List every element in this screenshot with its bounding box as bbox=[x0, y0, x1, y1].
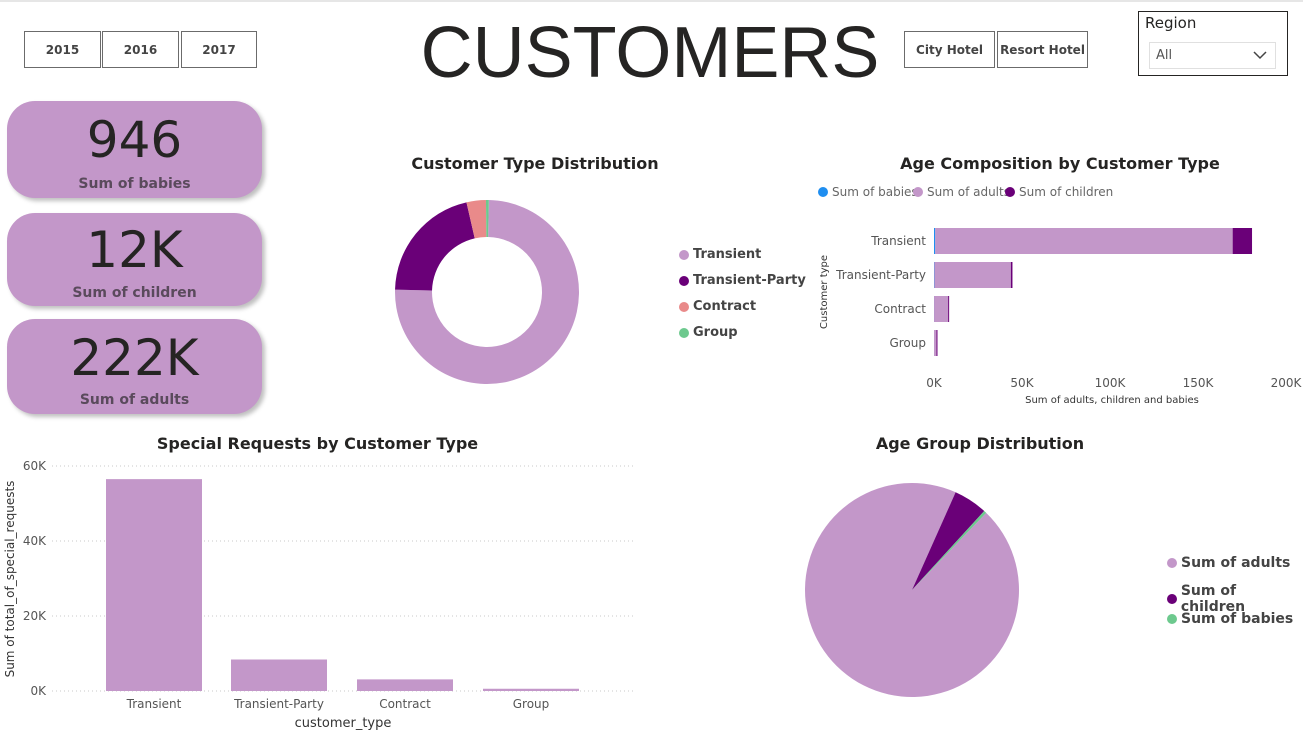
customer-type-legend-item-contract[interactable]: Contract bbox=[679, 299, 756, 314]
req-y-tick-label: 0K bbox=[30, 684, 47, 698]
req-y-tick-label: 60K bbox=[23, 459, 47, 473]
card-value-children: 12K bbox=[86, 221, 183, 279]
age-x-axis-label: Sum of adults, children and babies bbox=[1025, 395, 1199, 406]
card-label-adults: Sum of adults bbox=[79, 392, 190, 408]
top-divider bbox=[0, 0, 1303, 2]
legend-marker bbox=[1167, 614, 1177, 624]
age-x-tick-label: 0K bbox=[926, 376, 943, 390]
year-button-2016[interactable]: 2016 bbox=[102, 31, 179, 68]
age-bar-group-sum-of-children[interactable] bbox=[936, 330, 938, 356]
age-group-pie-chart bbox=[805, 483, 1019, 697]
year-button-2017[interactable]: 2017 bbox=[181, 31, 257, 68]
region-slicer: Region All bbox=[1138, 11, 1288, 76]
special-requests-bar-chart: 0K 20K 40K 60K Transient Transient-Party Contr… bbox=[3, 459, 635, 731]
req-y-tick-label: 20K bbox=[23, 609, 47, 623]
age-x-tick-label: 150K bbox=[1183, 376, 1215, 390]
legend-label: Sum of children bbox=[1019, 185, 1114, 199]
age-x-tick-label: 50K bbox=[1010, 376, 1034, 390]
req-x-tick-label: Contract bbox=[379, 697, 431, 711]
age-composition-bar-chart: Transient Transient-Party Contract Group 0K 5… bbox=[819, 228, 1303, 406]
customer-type-legend-item-group[interactable]: Group bbox=[679, 325, 738, 340]
chart-title-special-requests: Special Requests by Customer Type bbox=[156, 434, 479, 453]
customer-type-legend-item-transient-party[interactable]: Transient-Party bbox=[679, 273, 806, 288]
donut-slice-transient-party[interactable] bbox=[395, 202, 475, 291]
chart-title-age-group: Age Group Distribution bbox=[875, 434, 1085, 453]
legend-label: Sum of adults bbox=[927, 185, 1010, 199]
age-legend-item-sum-of-adults[interactable]: Sum of adults bbox=[913, 185, 1010, 199]
legend-label: Contract bbox=[693, 299, 757, 314]
adults-card: 222K Sum of adults bbox=[7, 319, 262, 414]
chart-title-customer-type: Customer Type Distribution bbox=[411, 154, 659, 173]
age-bar-transient-party-sum-of-adults[interactable] bbox=[934, 262, 1011, 288]
age-x-tick-label: 200K bbox=[1271, 376, 1303, 390]
age-bar-transient-sum-of-adults[interactable] bbox=[935, 228, 1233, 254]
legend-marker bbox=[679, 249, 689, 260]
resort-hotel-button[interactable]: Resort Hotel bbox=[997, 31, 1088, 68]
card-label-children: Sum of children bbox=[72, 285, 197, 301]
legend-marker bbox=[1167, 558, 1177, 568]
babies-card: 946 Sum of babies bbox=[7, 101, 262, 198]
children-card: 12K Sum of children bbox=[7, 213, 262, 306]
region-value: All bbox=[1156, 48, 1173, 63]
region-dropdown[interactable]: All bbox=[1149, 42, 1276, 69]
age-group-legend-item-sum-of-adults[interactable]: Sum of adults bbox=[1167, 555, 1290, 571]
age-category-label-group: Group bbox=[889, 336, 926, 350]
age-bar-transient-sum-of-children[interactable] bbox=[1232, 228, 1253, 254]
age-category-label-transient-party: Transient-Party bbox=[835, 268, 926, 282]
card-value-babies: 946 bbox=[86, 111, 183, 169]
region-label: Region bbox=[1145, 14, 1197, 32]
chevron-down-icon bbox=[1253, 51, 1267, 60]
age-x-tick-label: 100K bbox=[1095, 376, 1127, 390]
legend-label: Sum of adults bbox=[1181, 555, 1291, 571]
req-y-axis-label: Sum of total_of_special_requests bbox=[3, 481, 17, 678]
req-x-axis-label: customer_type bbox=[295, 716, 392, 731]
page-title: CUSTOMERS bbox=[420, 13, 880, 93]
age-legend-item-sum-of-children[interactable]: Sum of children bbox=[1005, 185, 1113, 199]
age-y-axis-label: Customer type bbox=[819, 255, 830, 329]
legend-label: Group bbox=[693, 325, 738, 340]
legend-label: Sum of babies bbox=[832, 185, 918, 199]
card-label-babies: Sum of babies bbox=[78, 176, 191, 192]
legend-label: Transient-Party bbox=[693, 273, 806, 288]
req-bar-contract[interactable] bbox=[357, 679, 453, 691]
chart-title-age-composition: Age Composition by Customer Type bbox=[900, 154, 1220, 173]
age-bar-contract-sum-of-children[interactable] bbox=[948, 296, 950, 322]
card-value-adults: 222K bbox=[70, 329, 199, 387]
req-bar-transient[interactable] bbox=[106, 479, 202, 691]
age-bar-transient-sum-of-babies[interactable] bbox=[934, 228, 936, 254]
legend-label: Sum of babies bbox=[1181, 611, 1294, 627]
age-bar-transient-party-sum-of-children[interactable] bbox=[1010, 262, 1013, 288]
legend-marker bbox=[913, 187, 923, 197]
age-legend-item-sum-of-babies[interactable]: Sum of babies bbox=[818, 185, 918, 199]
req-y-tick-label: 40K bbox=[23, 534, 47, 548]
legend-marker bbox=[1005, 187, 1015, 197]
req-x-tick-label: Transient-Party bbox=[233, 697, 324, 711]
age-bar-group-sum-of-adults[interactable] bbox=[934, 330, 937, 356]
year-button-2015[interactable]: 2015 bbox=[24, 31, 101, 68]
req-bar-transient-party[interactable] bbox=[231, 659, 327, 692]
age-bar-contract-sum-of-adults[interactable] bbox=[934, 296, 949, 322]
legend-label: Transient bbox=[693, 247, 762, 262]
age-group-legend-item-sum-of-babies[interactable]: Sum of babies bbox=[1167, 611, 1293, 627]
legend-marker bbox=[1167, 594, 1177, 604]
req-x-tick-label: Transient bbox=[126, 697, 182, 711]
city-hotel-button[interactable]: City Hotel bbox=[904, 31, 995, 68]
legend-marker bbox=[679, 275, 689, 286]
req-x-tick-label: Group bbox=[513, 697, 550, 711]
age-category-label-transient: Transient bbox=[870, 234, 926, 248]
legend-marker bbox=[818, 187, 828, 197]
req-bar-group[interactable] bbox=[483, 688, 579, 691]
customer-type-donut-chart bbox=[395, 200, 579, 384]
age-category-label-contract: Contract bbox=[874, 302, 926, 316]
legend-marker bbox=[679, 327, 689, 338]
legend-marker bbox=[679, 301, 689, 312]
customer-type-legend-item-transient[interactable]: Transient bbox=[679, 247, 761, 262]
